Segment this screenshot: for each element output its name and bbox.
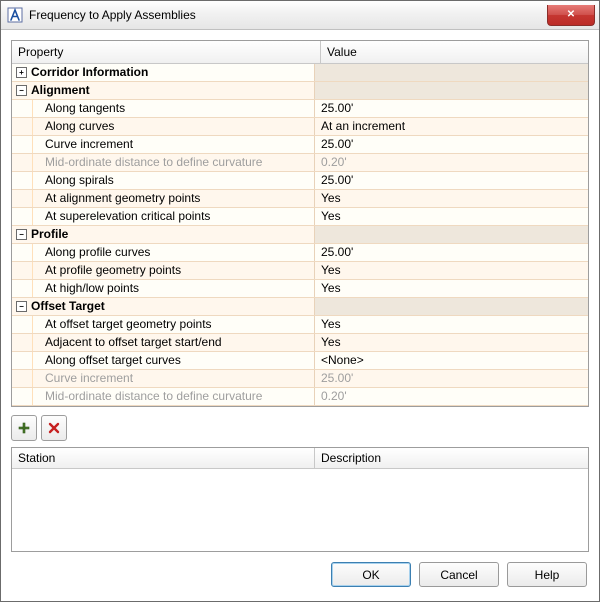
group-alignment[interactable]: − Alignment [12, 82, 588, 100]
row-value[interactable]: <None> [315, 352, 588, 369]
station-toolbar [11, 415, 589, 441]
group-corridor-information[interactable]: + Corridor Information [12, 64, 588, 82]
group-value [315, 226, 588, 243]
list-header: Station Description [12, 448, 588, 469]
row-along-offset-target-curves[interactable]: Along offset target curves <None> [12, 352, 588, 370]
row-label: At alignment geometry points [37, 190, 200, 207]
property-grid: Property Value + Corridor Information − [11, 40, 589, 407]
row-mid-ordinate-alignment: Mid-ordinate distance to define curvatur… [12, 154, 588, 172]
client-area: Property Value + Corridor Information − [1, 30, 599, 601]
row-value: 0.20' [315, 154, 588, 171]
title-bar[interactable]: Frequency to Apply Assemblies ✕ [1, 1, 599, 30]
plus-icon [17, 421, 31, 435]
add-station-button[interactable] [11, 415, 37, 441]
row-high-low-points[interactable]: At high/low points Yes [12, 280, 588, 298]
row-label: Mid-ordinate distance to define curvatur… [37, 154, 262, 171]
group-value [315, 82, 588, 99]
grid-header-value[interactable]: Value [321, 41, 588, 63]
row-value[interactable]: Yes [315, 316, 588, 333]
row-label: Along spirals [37, 172, 114, 189]
group-value [315, 298, 588, 315]
row-value: 0.20' [315, 388, 588, 405]
row-label: At profile geometry points [37, 262, 181, 279]
row-label: Along tangents [37, 100, 125, 117]
row-label: At offset target geometry points [37, 316, 212, 333]
collapse-icon[interactable]: − [16, 229, 27, 240]
row-offset-mid-ordinate: Mid-ordinate distance to define curvatur… [12, 388, 588, 406]
collapse-icon[interactable]: − [16, 85, 27, 96]
group-profile[interactable]: − Profile [12, 226, 588, 244]
row-value[interactable]: Yes [315, 334, 588, 351]
row-superelevation-critical-points[interactable]: At superelevation critical points Yes [12, 208, 588, 226]
close-icon: ✕ [567, 9, 575, 20]
row-along-profile-curves[interactable]: Along profile curves 25.00' [12, 244, 588, 262]
expand-icon[interactable]: + [16, 67, 27, 78]
group-label: Corridor Information [31, 64, 148, 81]
row-value: 25.00' [315, 370, 588, 387]
row-value[interactable]: Yes [315, 280, 588, 297]
list-header-description[interactable]: Description [315, 448, 588, 468]
list-body[interactable] [12, 469, 588, 551]
group-label: Profile [31, 226, 68, 243]
row-label: Curve increment [37, 370, 133, 387]
list-header-station[interactable]: Station [12, 448, 315, 468]
row-value[interactable]: Yes [315, 262, 588, 279]
ok-button[interactable]: OK [331, 562, 411, 587]
row-value[interactable]: 25.00' [315, 136, 588, 153]
row-curve-increment[interactable]: Curve increment 25.00' [12, 136, 588, 154]
row-value[interactable]: 25.00' [315, 100, 588, 117]
grid-header-property[interactable]: Property [12, 41, 321, 63]
station-list: Station Description [11, 447, 589, 552]
row-label: At superelevation critical points [37, 208, 210, 225]
cancel-button[interactable]: Cancel [419, 562, 499, 587]
row-offset-target-geometry-points[interactable]: At offset target geometry points Yes [12, 316, 588, 334]
help-button[interactable]: Help [507, 562, 587, 587]
delete-station-button[interactable] [41, 415, 67, 441]
row-label: Along curves [37, 118, 114, 135]
group-offset-target[interactable]: − Offset Target [12, 298, 588, 316]
row-value[interactable]: Yes [315, 208, 588, 225]
delete-icon [47, 421, 61, 435]
row-offset-curve-increment: Curve increment 25.00' [12, 370, 588, 388]
row-label: Mid-ordinate distance to define curvatur… [37, 388, 262, 405]
row-label: Along profile curves [37, 244, 150, 261]
close-button[interactable]: ✕ [547, 5, 595, 26]
row-value[interactable]: Yes [315, 190, 588, 207]
group-label: Offset Target [31, 298, 105, 315]
group-value [315, 64, 588, 81]
row-along-curves[interactable]: Along curves At an increment [12, 118, 588, 136]
row-along-spirals[interactable]: Along spirals 25.00' [12, 172, 588, 190]
row-along-tangents[interactable]: Along tangents 25.00' [12, 100, 588, 118]
row-value[interactable]: 25.00' [315, 172, 588, 189]
collapse-icon[interactable]: − [16, 301, 27, 312]
row-label: At high/low points [37, 280, 139, 297]
row-label: Along offset target curves [37, 352, 181, 369]
row-value[interactable]: 25.00' [315, 244, 588, 261]
row-label: Adjacent to offset target start/end [37, 334, 222, 351]
row-adjacent-offset-target[interactable]: Adjacent to offset target start/end Yes [12, 334, 588, 352]
grid-body: + Corridor Information − Alignment Along… [12, 64, 588, 406]
row-label: Curve increment [37, 136, 133, 153]
app-icon [7, 7, 23, 23]
grid-header: Property Value [12, 41, 588, 64]
row-value[interactable]: At an increment [315, 118, 588, 135]
group-label: Alignment [31, 82, 90, 99]
dialog-buttons: OK Cancel Help [11, 552, 589, 591]
row-profile-geometry-points[interactable]: At profile geometry points Yes [12, 262, 588, 280]
window-title: Frequency to Apply Assemblies [29, 8, 547, 22]
row-alignment-geometry-points[interactable]: At alignment geometry points Yes [12, 190, 588, 208]
dialog-window: Frequency to Apply Assemblies ✕ Property… [0, 0, 600, 602]
